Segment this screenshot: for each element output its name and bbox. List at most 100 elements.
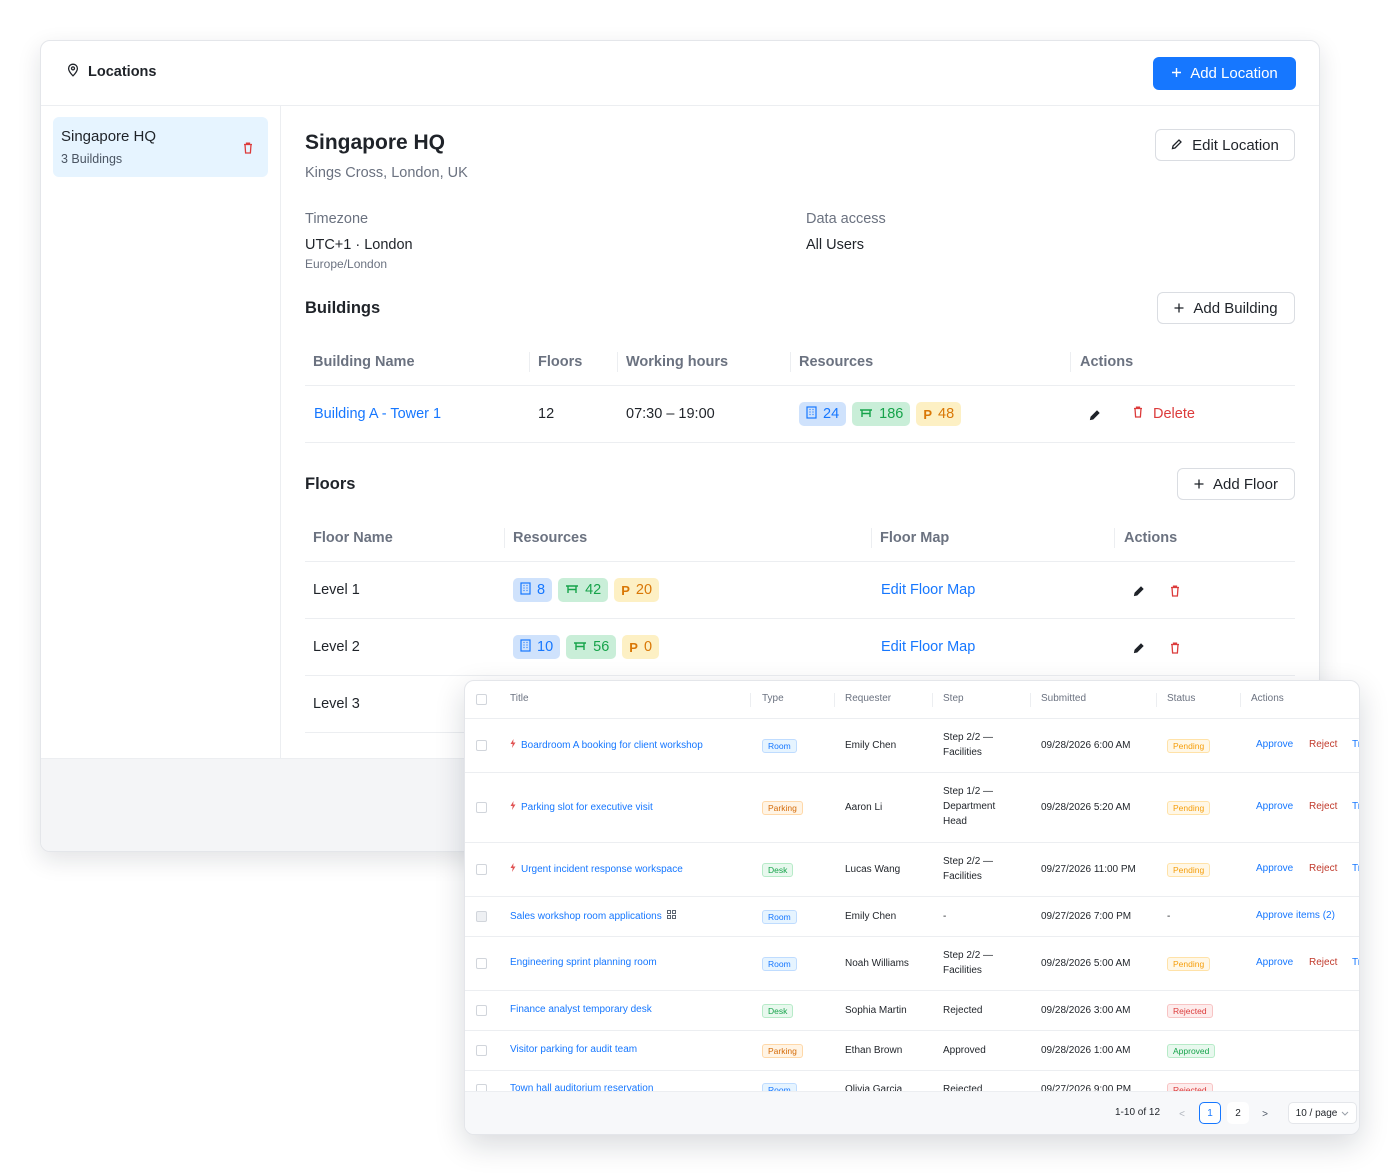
submitted-time: 09/27/2026 7:00 PM <box>1041 911 1132 922</box>
next-page-button[interactable]: > <box>1257 1105 1273 1123</box>
transfer-link[interactable]: Tr <box>1352 863 1359 874</box>
row-checkbox[interactable] <box>476 1045 487 1056</box>
request-title-link[interactable]: Parking slot for executive visit <box>510 801 653 813</box>
table-row: Finance analyst temporary desk Desk Soph… <box>465 991 1359 1031</box>
approve-link[interactable]: Approve <box>1256 863 1293 874</box>
add-location-button[interactable]: Add Location <box>1153 57 1296 90</box>
transfer-link[interactable]: Tr <box>1352 739 1359 750</box>
status-text: - <box>1167 911 1171 922</box>
pagination-summary: 1-10 of 12 <box>1115 1107 1161 1118</box>
row-checkbox[interactable] <box>476 958 487 969</box>
edit-floor-icon[interactable] <box>1131 640 1147 656</box>
edit-floor-map-link[interactable]: Edit Floor Map <box>881 582 975 598</box>
room-count: 24 <box>823 406 840 422</box>
sidebar-item-singapore-hq[interactable]: Singapore HQ 3 Buildings <box>53 117 268 177</box>
prev-page-button[interactable]: < <box>1174 1105 1190 1123</box>
column-divider <box>1114 528 1115 548</box>
approval-step: Step 2/2 — Facilities <box>943 732 994 758</box>
col-title: Title <box>510 693 529 704</box>
edit-floor-map-link[interactable]: Edit Floor Map <box>881 639 975 655</box>
buildings-heading: Buildings <box>305 299 381 317</box>
request-title: Urgent incident response workspace <box>521 863 683 875</box>
submitted-time: 09/28/2026 5:00 AM <box>1041 958 1131 969</box>
desk-count: 42 <box>585 582 602 598</box>
add-location-label: Add Location <box>1190 65 1278 82</box>
divider <box>305 561 1295 562</box>
request-title-link[interactable]: Engineering sprint planning room <box>510 957 657 968</box>
trash-icon[interactable] <box>1167 640 1183 656</box>
status-badge: Approved <box>1167 1044 1216 1058</box>
reject-link[interactable]: Reject <box>1309 863 1337 874</box>
row-checkbox[interactable] <box>476 911 487 922</box>
parking-count-badge: P 0 <box>622 635 660 659</box>
add-floor-button[interactable]: Add Floor <box>1177 468 1295 500</box>
approve-link[interactable]: Approve <box>1256 739 1293 750</box>
request-title: Engineering sprint planning room <box>510 957 657 968</box>
trash-icon[interactable] <box>243 141 253 159</box>
row-checkbox[interactable] <box>476 1005 487 1016</box>
trash-icon[interactable] <box>1167 583 1183 599</box>
resource-badges: 10 56 P 0 <box>513 635 660 659</box>
building-name-link[interactable]: Building A - Tower 1 <box>314 406 441 422</box>
parking-count: 0 <box>643 639 653 655</box>
column-divider <box>1070 352 1071 372</box>
edit-location-button[interactable]: Edit Location <box>1155 129 1295 161</box>
page-2-button[interactable]: 2 <box>1227 1102 1249 1124</box>
page-1-button[interactable]: 1 <box>1199 1102 1221 1124</box>
page-size-select[interactable]: 10 / page <box>1288 1102 1357 1124</box>
type-tag: Room <box>762 739 797 753</box>
edit-floor-icon[interactable] <box>1131 583 1147 599</box>
page-size-value: 10 / page <box>1295 1107 1338 1119</box>
trash-icon <box>1133 406 1143 422</box>
reject-link[interactable]: Reject <box>1309 739 1337 750</box>
add-building-button[interactable]: Add Building <box>1157 292 1295 324</box>
request-title-link[interactable]: Visitor parking for audit team <box>510 1044 637 1055</box>
location-address: Kings Cross, London, UK <box>305 165 468 181</box>
approve-items-link[interactable]: Approve items (2) <box>1256 910 1335 921</box>
request-title: Visitor parking for audit team <box>510 1044 638 1055</box>
parking-icon: P <box>621 582 630 598</box>
reject-link[interactable]: Reject <box>1309 801 1337 812</box>
request-title-link[interactable]: Urgent incident response workspace <box>510 863 683 875</box>
approval-step: - <box>943 911 947 922</box>
status-badge: Pending <box>1167 863 1211 877</box>
row-checkbox[interactable] <box>476 802 487 813</box>
parking-count: 20 <box>635 582 653 598</box>
request-title: Boardroom A booking for client workshop <box>521 739 703 751</box>
request-title-link[interactable]: Boardroom A booking for client workshop <box>510 739 703 751</box>
approve-link[interactable]: Approve <box>1256 801 1293 812</box>
room-count: 8 <box>537 582 546 598</box>
select-all-checkbox[interactable] <box>476 694 487 705</box>
timezone-value: UTC+1 · London <box>305 237 413 253</box>
request-title-link[interactable]: Sales workshop room applications <box>510 910 676 922</box>
request-title-link[interactable]: Finance analyst temporary desk <box>510 1004 652 1015</box>
delete-label: Delete <box>1153 406 1195 422</box>
requester: Emily Chen <box>845 740 897 751</box>
requester: Aaron Li <box>845 802 883 813</box>
status-badge: Pending <box>1167 957 1211 971</box>
table-row: Sales workshop room applications Room Em… <box>465 897 1359 937</box>
desk-icon <box>859 406 873 422</box>
parking-icon: P <box>629 639 638 655</box>
desk-count-badge: 42 <box>558 578 609 602</box>
approve-link[interactable]: Approve <box>1256 957 1293 968</box>
reject-link[interactable]: Reject <box>1309 957 1337 968</box>
approval-step: Step 2/2 — Facilities <box>943 856 994 882</box>
divider <box>305 385 1295 386</box>
transfer-link[interactable]: Tr <box>1352 957 1359 968</box>
column-divider <box>504 528 505 548</box>
delete-building-button[interactable]: Delete <box>1133 406 1195 422</box>
edit-building-icon[interactable] <box>1087 407 1103 423</box>
transfer-link[interactable]: Tr <box>1352 801 1359 812</box>
building-floors: 12 <box>538 406 555 422</box>
col-working-hours: Working hours <box>626 354 729 370</box>
row-checkbox[interactable] <box>476 864 487 875</box>
row-checkbox[interactable] <box>476 740 487 751</box>
approval-step: Rejected <box>943 1005 983 1016</box>
desk-count: 186 <box>879 406 904 422</box>
col-floor-map: Floor Map <box>880 530 950 546</box>
col-step: Step <box>943 693 964 704</box>
type-tag: Parking <box>762 1044 803 1058</box>
col-requester: Requester <box>845 693 892 704</box>
floors-heading: Floors <box>305 475 356 493</box>
